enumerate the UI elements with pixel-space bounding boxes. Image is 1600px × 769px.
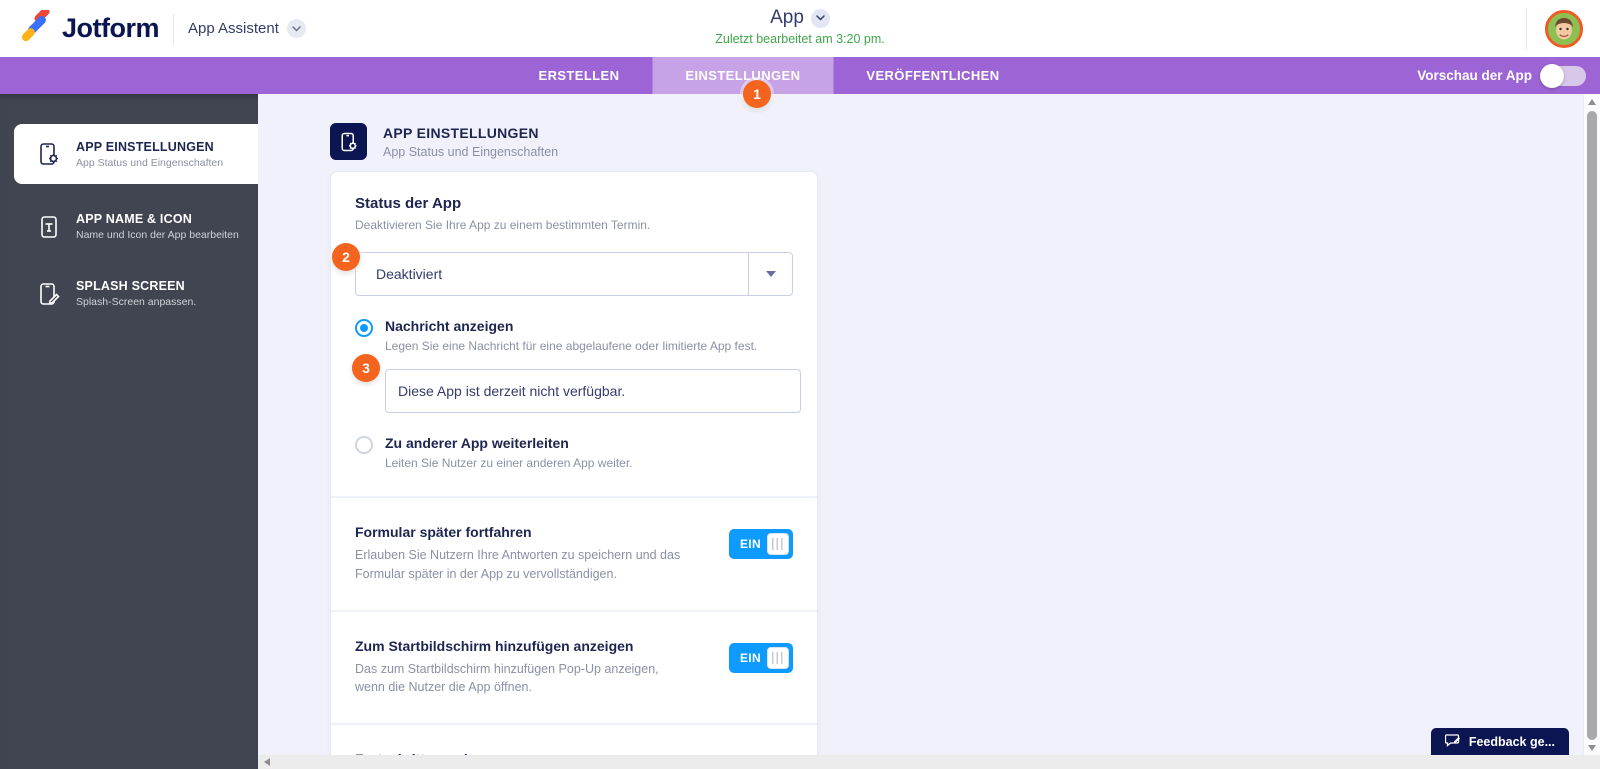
toggle-knob bbox=[1540, 64, 1564, 88]
toggle-state-label: EIN bbox=[740, 651, 761, 665]
setting-title: Formular später fortfahren bbox=[355, 524, 713, 540]
tab-veroeffentlichen[interactable]: VERÖFFENTLICHEN bbox=[833, 57, 1032, 94]
tab-erstellen[interactable]: ERSTELLEN bbox=[506, 57, 653, 94]
radio-redirect-app[interactable]: Zu anderer App weiterleiten Leiten Sie N… bbox=[355, 435, 793, 470]
header-divider bbox=[1526, 8, 1527, 50]
horizontal-scrollbar[interactable] bbox=[258, 755, 1583, 769]
setting-title: Zum Startbildschirm hinzufügen anzeigen bbox=[355, 638, 713, 654]
scroll-left-arrow-icon[interactable] bbox=[264, 758, 270, 766]
continue-later-toggle[interactable]: EIN bbox=[729, 529, 793, 559]
vertical-scrollbar[interactable] bbox=[1583, 94, 1600, 755]
mode-navbar: ERSTELLEN EINSTELLUNGEN VERÖFFENTLICHEN … bbox=[0, 57, 1600, 94]
scroll-down-arrow-icon[interactable] bbox=[1588, 745, 1596, 751]
sidebar-item-subtitle: App Status und Eingenschaften bbox=[76, 157, 223, 169]
vertical-scrollbar-thumb[interactable] bbox=[1587, 111, 1597, 740]
radio-description: Leiten Sie Nutzer zu einer anderen App w… bbox=[385, 456, 633, 470]
setting-row-continue-later: Formular später fortfahren Erlauben Sie … bbox=[331, 496, 817, 610]
sidebar-item-app-einstellungen[interactable]: APP EINSTELLUNGEN App Status und Eingens… bbox=[14, 124, 258, 184]
setting-row-add-to-homescreen: Zum Startbildschirm hinzufügen anzeigen … bbox=[331, 610, 817, 724]
feedback-icon bbox=[1445, 733, 1461, 750]
setting-row-progress-bar: Fortschrittsanzeige Zeigen Sie den Benut… bbox=[331, 723, 817, 755]
scroll-up-arrow-icon[interactable] bbox=[1588, 99, 1596, 105]
sidebar-item-subtitle: Name und Icon der App bearbeiten bbox=[76, 229, 239, 241]
phone-gear-icon bbox=[36, 141, 62, 167]
content-area: APP EINSTELLUNGEN App Status und Eingens… bbox=[0, 94, 1600, 769]
toggle-knob bbox=[767, 533, 789, 555]
preview-app-label: Vorschau der App bbox=[1417, 68, 1532, 83]
sidebar-item-title: SPLASH SCREEN bbox=[76, 279, 196, 293]
app-assistant-label: App Assistent bbox=[188, 20, 279, 37]
radio-button-unchecked[interactable] bbox=[355, 436, 373, 454]
setting-description: Das zum Startbildschirm hinzufügen Pop-U… bbox=[355, 660, 685, 698]
page-title: APP EINSTELLUNGEN bbox=[383, 125, 558, 141]
step-badge-2: 2 bbox=[332, 243, 360, 271]
settings-main-panel: APP EINSTELLUNGEN App Status und Eingens… bbox=[258, 94, 1583, 755]
logo-wordmark: Jotform bbox=[62, 13, 159, 44]
phone-text-icon bbox=[36, 214, 62, 240]
dropdown-button[interactable] bbox=[748, 253, 792, 295]
chevron-down-icon bbox=[811, 9, 830, 28]
status-section-title: Status der App bbox=[355, 195, 793, 212]
feedback-button[interactable]: Feedback ge... bbox=[1431, 728, 1569, 755]
radio-show-message[interactable]: Nachricht anzeigen Legen Sie eine Nachri… bbox=[355, 318, 793, 353]
sidebar-item-title: APP NAME & ICON bbox=[76, 212, 239, 226]
last-edited-status: Zuletzt bearbeitet am 3:20 pm. bbox=[600, 32, 1000, 46]
sidebar-item-title: APP EINSTELLUNGEN bbox=[76, 140, 223, 154]
scrollbar-corner bbox=[1583, 755, 1600, 769]
dropdown-selected-value: Deaktiviert bbox=[356, 266, 442, 282]
app-status-dropdown[interactable]: Deaktiviert bbox=[355, 252, 793, 296]
chevron-down-icon bbox=[287, 19, 306, 38]
feedback-label: Feedback ge... bbox=[1469, 735, 1555, 749]
caret-down-icon bbox=[766, 271, 776, 277]
jotform-logo-icon bbox=[20, 10, 52, 47]
sidebar-item-subtitle: Splash-Screen anpassen. bbox=[76, 296, 196, 308]
radio-button-checked[interactable] bbox=[355, 319, 373, 337]
page-subtitle: App Status und Eingenschaften bbox=[383, 145, 558, 159]
app-title-dropdown[interactable]: App bbox=[600, 7, 1000, 29]
app-settings-icon bbox=[330, 123, 367, 160]
settings-sidebar: APP EINSTELLUNGEN App Status und Eingens… bbox=[0, 94, 258, 769]
phone-pencil-icon bbox=[36, 281, 62, 307]
radio-description: Legen Sie eine Nachricht für eine abgela… bbox=[385, 339, 757, 353]
app-header: Jotform App Assistent App Zuletzt bearbe… bbox=[0, 0, 1600, 57]
jotform-logo[interactable]: Jotform bbox=[20, 10, 159, 47]
step-badge-1: 1 bbox=[743, 80, 771, 108]
settings-card: Status der App Deaktivieren Sie Ihre App… bbox=[330, 171, 818, 755]
radio-label: Nachricht anzeigen bbox=[385, 318, 757, 334]
app-assistant-menu[interactable]: App Assistent bbox=[188, 19, 306, 38]
step-badge-3: 3 bbox=[352, 354, 380, 382]
app-title: App bbox=[770, 7, 804, 29]
add-to-homescreen-toggle[interactable]: EIN bbox=[729, 643, 793, 673]
setting-description: Erlauben Sie Nutzern Ihre Antworten zu s… bbox=[355, 546, 685, 584]
header-divider bbox=[173, 14, 174, 44]
sidebar-item-splash-screen[interactable]: SPLASH SCREEN Splash-Screen anpassen. bbox=[0, 269, 258, 318]
toggle-knob bbox=[767, 647, 789, 669]
radio-label: Zu anderer App weiterleiten bbox=[385, 435, 633, 451]
preview-app-toggle[interactable] bbox=[1542, 66, 1586, 86]
toggle-state-label: EIN bbox=[740, 537, 761, 551]
status-section-subtitle: Deaktivieren Sie Ihre App zu einem besti… bbox=[355, 218, 793, 232]
sidebar-item-app-name-icon[interactable]: APP NAME & ICON Name und Icon der App be… bbox=[0, 202, 258, 251]
unavailable-message-input[interactable] bbox=[385, 369, 801, 413]
user-avatar[interactable] bbox=[1545, 10, 1583, 48]
